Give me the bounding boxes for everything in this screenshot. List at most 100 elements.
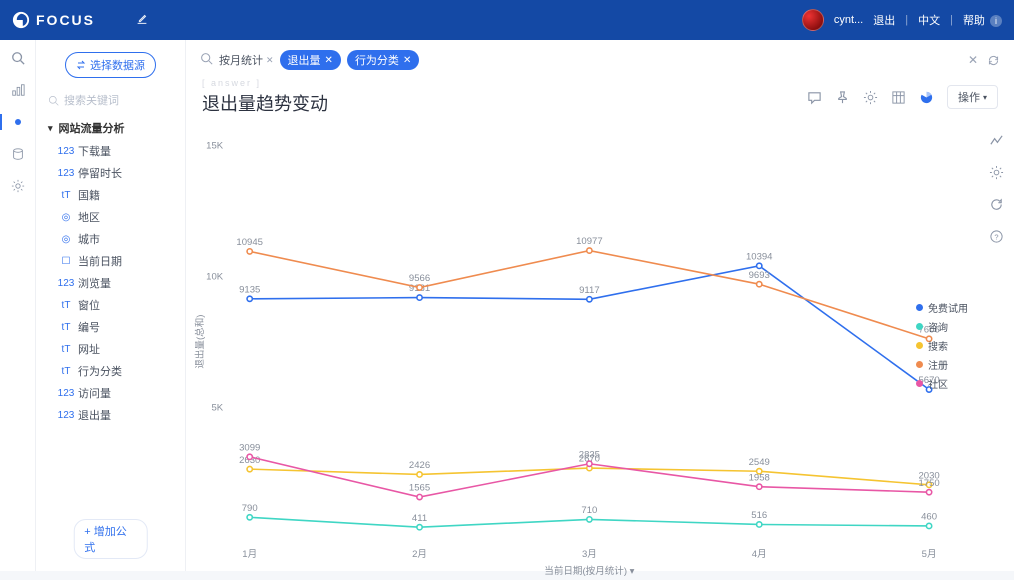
query-chip[interactable]: 退出量 ✕ [280,50,341,70]
reload-icon[interactable] [988,196,1004,212]
search-icon[interactable] [200,52,213,68]
query-chip[interactable]: 行为分类 ✕ [347,50,419,70]
close-icon[interactable]: ✕ [325,55,333,66]
field-item[interactable]: 123访问量 [58,382,177,404]
field-label: 下载量 [78,143,111,159]
legend-item[interactable]: 咨询 [916,319,968,334]
field-item[interactable]: tT国籍 [58,184,177,206]
field-label: 退出量 [78,407,111,423]
legend-label: 社区 [928,376,948,391]
field-type-icon: 123 [60,409,72,421]
tree-root[interactable]: 网站流量分析 [44,116,177,140]
rail-db-icon[interactable] [10,146,26,162]
close-icon[interactable]: ✕ [403,55,411,66]
field-item[interactable]: 123浏览量 [58,272,177,294]
legend-item[interactable]: 注册 [916,357,968,372]
main: 按月统计 ✕ 退出量 ✕ 行为分类 ✕ ✕ [ answer ] 退出量趋势变动… [186,40,1014,571]
field-label: 窗位 [78,297,100,313]
field-label: 国籍 [78,187,100,203]
svg-text:5K: 5K [211,402,223,413]
rail-active-dot[interactable] [10,114,26,130]
field-item[interactable]: 123 停留时长 [58,162,177,184]
svg-text:5月: 5月 [922,549,937,560]
lang-link[interactable]: 中文 [918,12,940,28]
clear-query-icon[interactable]: ✕ [966,53,980,67]
field-label: 地区 [78,209,100,225]
avatar[interactable] [802,9,824,31]
field-item[interactable]: tT网址 [58,338,177,360]
add-formula-button[interactable]: + 增加公式 [73,519,148,559]
refresh-icon[interactable] [986,53,1000,67]
brand-logo[interactable]: FOCUS [12,11,95,29]
svg-text:4月: 4月 [752,549,767,560]
rail-search-icon[interactable] [10,50,26,66]
svg-text:10945: 10945 [236,237,263,248]
gear-icon[interactable] [988,164,1004,180]
help-icon[interactable]: ? [988,228,1004,244]
svg-text:1565: 1565 [409,483,430,494]
svg-text:2月: 2月 [412,549,427,560]
legend-label: 注册 [928,357,948,372]
field-item[interactable]: tT编号 [58,316,177,338]
compose-icon[interactable] [135,12,149,29]
svg-text:9693: 9693 [749,270,770,281]
svg-text:790: 790 [242,503,258,514]
ops-button[interactable]: 操作 ▾ [947,85,998,109]
pie-icon[interactable] [919,89,935,105]
gear-icon[interactable] [863,89,879,105]
legend-label: 咨询 [928,319,948,334]
title-bar: [ answer ] 退出量趋势变动 操作 ▾ [186,74,1014,124]
top-right: cynt... 退出 | 中文 | 帮助 i [802,9,1002,31]
svg-text:10394: 10394 [746,251,773,262]
rail-chart-icon[interactable] [10,82,26,98]
legend-swatch [916,342,923,349]
table-icon[interactable] [891,89,907,105]
logout-link[interactable]: 退出 [873,12,895,28]
swap-icon [76,60,86,70]
field-type-icon: 123 [60,277,72,289]
line-tool-icon[interactable] [988,132,1004,148]
field-type-icon: tT [60,321,72,333]
field-item[interactable]: 123 退出量 [58,404,177,426]
rail-settings-icon[interactable] [10,178,26,194]
legend-item[interactable]: 搜索 [916,338,968,353]
field-label: 停留时长 [78,165,122,181]
svg-text:9566: 9566 [409,273,430,284]
username[interactable]: cynt... [834,14,863,26]
svg-text:3月: 3月 [582,549,597,560]
legend-item[interactable]: 社区 [916,376,968,391]
line-chart[interactable]: 5K10K15K1月2月3月4月5月当前日期(按月统计) ▾退出量(总和)913… [186,124,1014,580]
close-icon[interactable]: ✕ [266,55,274,66]
svg-text:10977: 10977 [576,236,603,247]
query-bar: 按月统计 ✕ 退出量 ✕ 行为分类 ✕ ✕ [186,40,1014,74]
legend-swatch [916,361,923,368]
svg-text:1750: 1750 [918,478,939,489]
field-item[interactable]: ◎ 地区 [58,206,177,228]
field-type-icon: ◎ [60,211,72,223]
pin-icon[interactable] [835,89,851,105]
svg-text:411: 411 [412,513,427,524]
select-datasource-button[interactable]: 选择数据源 [65,52,156,78]
svg-text:3099: 3099 [239,442,260,453]
svg-text:9135: 9135 [239,284,260,295]
field-item[interactable]: tT行为分类 [58,360,177,382]
top-bar: FOCUS cynt... 退出 | 中文 | 帮助 i [0,0,1014,40]
field-type-icon: tT [60,365,72,377]
help-badge-icon: i [990,15,1002,27]
field-search[interactable]: 搜索关键词 [48,92,173,108]
field-type-icon: 123 [60,167,72,179]
legend-item[interactable]: 免费试用 [916,300,968,315]
field-label: 网址 [78,341,100,357]
svg-text:460: 460 [921,512,937,523]
search-icon [48,95,59,106]
field-type-icon: 123 [60,145,72,157]
comment-icon[interactable] [807,89,823,105]
field-item[interactable]: ☐当前日期 [58,250,177,272]
query-chip-plain[interactable]: 按月统计 ✕ [219,52,274,68]
field-type-icon: 123 [60,387,72,399]
legend-swatch [916,304,923,311]
field-item[interactable]: ◎城市 [58,228,177,250]
field-item[interactable]: 123 下载量 [58,140,177,162]
help-link[interactable]: 帮助 i [963,12,1002,28]
field-item[interactable]: tT窗位 [58,294,177,316]
